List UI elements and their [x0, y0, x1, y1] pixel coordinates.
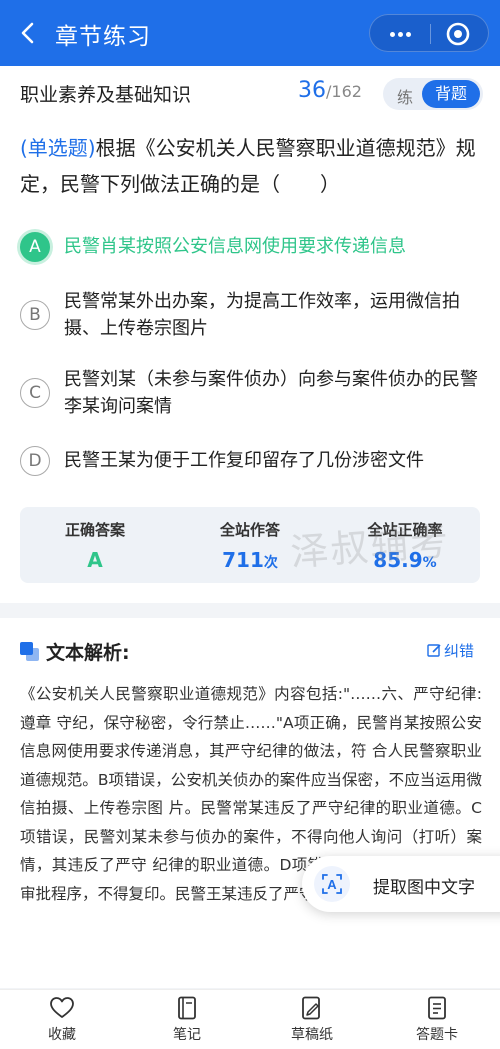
more-dots-icon[interactable]: [382, 19, 420, 49]
option-text: 民警刘某（未参与案件侦办）向参与案件侦办的民警李某询问案情: [64, 369, 478, 417]
option-letter: B: [20, 300, 50, 330]
option-c[interactable]: C 民警刘某（未参与案件侦办）向参与案件侦办的民警李某询问案情: [20, 366, 485, 420]
correct-answer-value: A: [87, 548, 103, 572]
option-letter: C: [20, 378, 50, 408]
report-error-label: 纠错: [444, 642, 475, 660]
analysis-card: 文本解析: 纠错 《公安机关人民警察职业道德规范》内容包括:"……六、严守纪律:…: [0, 618, 500, 988]
text-scan-icon: A: [314, 866, 350, 902]
nav-draft[interactable]: 草稿纸: [272, 996, 352, 1044]
stat-label: 正确答案: [64, 521, 125, 539]
analysis-icon: [20, 642, 40, 662]
nav-favorite[interactable]: 收藏: [22, 996, 102, 1044]
attempts-number: 711: [222, 548, 264, 572]
watermark: 泽叔辅考: [288, 519, 452, 575]
question-stem: (单选题)根据《公安机关人民警察职业道德规范》规定，民警下列做法正确的是（ ）: [20, 130, 482, 202]
option-letter: D: [20, 446, 50, 476]
option-a[interactable]: A 民警肖某按照公安信息网使用要求传递信息: [20, 232, 485, 262]
subject-title: 职业素养及基础知识: [20, 84, 192, 106]
option-text: 民警肖某按照公安信息网使用要求传递信息: [64, 236, 406, 257]
extract-text-label: 提取图中文字: [373, 878, 475, 898]
page-title: 章节练习: [55, 24, 151, 50]
nav-label: 笔记: [173, 1027, 201, 1043]
nav-label: 草稿纸: [291, 1027, 333, 1043]
target-icon[interactable]: [445, 21, 471, 47]
nav-answer-card[interactable]: 答题卡: [397, 996, 477, 1044]
question-type: (单选题): [20, 136, 96, 160]
mode-recite-button[interactable]: 背题: [422, 80, 480, 108]
option-b[interactable]: B 民警常某外出办案，为提高工作效率，运用微信拍摄、上传卷宗图片: [20, 288, 485, 342]
report-error-button[interactable]: 纠错: [427, 640, 474, 661]
answer-card-icon: [428, 996, 446, 1020]
mode-practice-button[interactable]: 练: [397, 84, 413, 108]
option-text: 民警王某为便于工作复印留存了几份涉密文件: [64, 450, 424, 471]
option-d[interactable]: D 民警王某为便于工作复印留存了几份涉密文件: [20, 446, 485, 476]
draft-pen-icon: [302, 996, 320, 1020]
top-bar: 章节练习: [0, 0, 500, 66]
heart-icon: [50, 997, 74, 1018]
mode-toggle: 练 背题: [383, 78, 483, 110]
svg-text:A: A: [327, 877, 337, 892]
notebook-icon: [178, 996, 196, 1020]
current-question-number: 36: [298, 78, 326, 103]
nav-notes[interactable]: 笔记: [147, 996, 227, 1044]
nav-label: 答题卡: [416, 1027, 458, 1043]
total-questions: /162: [326, 82, 362, 101]
option-letter: A: [20, 232, 50, 262]
capsule-divider: [430, 24, 431, 44]
nav-label: 收藏: [48, 1027, 76, 1043]
question-progress: 36/162: [298, 78, 362, 103]
chevron-left-icon[interactable]: [14, 16, 44, 50]
attempts-unit: 次: [263, 555, 278, 571]
bottom-nav: 收藏 笔记 草稿纸 答题卡: [0, 989, 500, 1049]
subject-header: 职业素养及基础知识 36/162 练 背题: [0, 66, 500, 120]
stat-correct-answer: 正确答案 A: [20, 519, 170, 572]
option-text: 民警常某外出办案，为提高工作效率，运用微信拍摄、上传卷宗图片: [64, 291, 460, 339]
extract-text-button[interactable]: A 提取图中文字: [302, 856, 500, 912]
mini-program-capsule: [369, 14, 489, 52]
analysis-title: 文本解析:: [46, 642, 130, 664]
edit-icon: [427, 644, 441, 657]
